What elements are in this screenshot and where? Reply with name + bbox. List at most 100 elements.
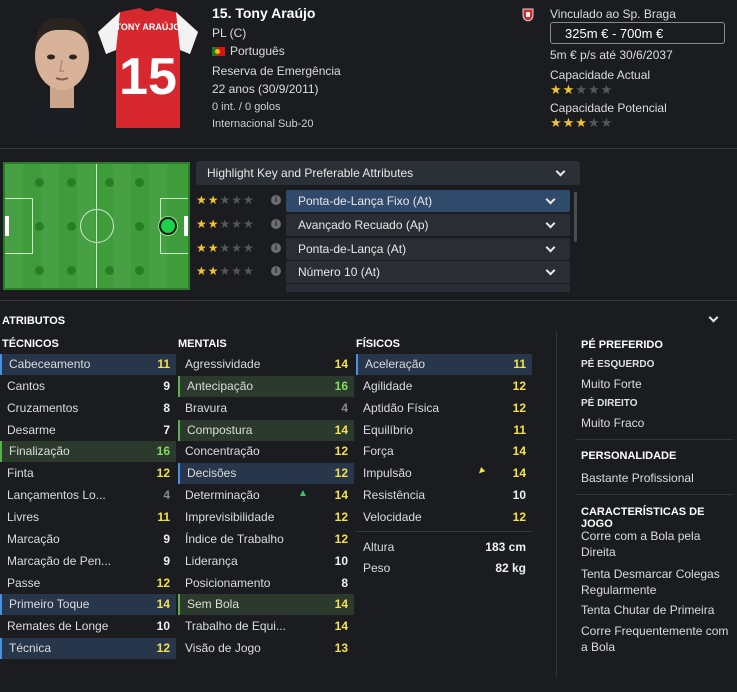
nationality-row[interactable]: Português	[212, 44, 285, 58]
attribute-row[interactable]: Desarme 7	[0, 420, 176, 441]
trait-item[interactable]: Corre com a Bola pela Direita	[581, 528, 731, 560]
role-label: Número 10 (At)	[298, 265, 381, 279]
attribute-row[interactable]: Força 14	[356, 441, 532, 462]
attribute-row[interactable]: Finta 12	[0, 463, 176, 484]
portugal-flag-icon	[212, 47, 225, 57]
attribute-row[interactable]: Cruzamentos 8	[0, 398, 176, 419]
attribute-row[interactable]: Aptidão Física 12	[356, 398, 532, 419]
attribute-row[interactable]: Posicionamento 8	[178, 573, 354, 594]
club-contract[interactable]: Vinculado ao Sp. Braga	[550, 7, 676, 21]
info-icon[interactable]: i	[271, 195, 281, 205]
chevron-down-icon	[555, 166, 566, 177]
attribute-row[interactable]: Marcação de Pen... 9	[0, 551, 176, 572]
left-foot-label: PÉ ESQUERDO	[581, 359, 655, 370]
chevron-down-icon	[545, 242, 556, 253]
potential-ability-label: Capacidade Potencial	[550, 101, 667, 115]
shirt-number-text: 15	[119, 48, 177, 106]
right-foot-label: PÉ DIREITO	[581, 398, 638, 409]
info-icon[interactable]: i	[271, 266, 281, 276]
traits-title: CARACTERÍSTICAS DE JOGO	[581, 506, 705, 530]
role-select[interactable]: Ponta-de-Lança Fixo (At)	[286, 190, 570, 212]
attribute-row[interactable]: Liderança 10	[178, 551, 354, 572]
role-stars: ★★★★★	[196, 193, 255, 207]
attribute-row[interactable]: Lançamentos Lo... 4	[0, 485, 176, 506]
role-select[interactable]: Ponta-de-Lança (At)	[286, 238, 570, 260]
international-team[interactable]: Internacional Sub-20	[212, 118, 314, 130]
arrow-down-icon: ▼	[473, 464, 489, 479]
player-avatar	[32, 17, 94, 140]
role-stars: ★★★★★	[196, 241, 255, 255]
trait-item[interactable]: Tenta Desmarcar Colegas Regularmente	[581, 566, 731, 598]
technical-title: TÉCNICOS	[2, 338, 59, 350]
wage-contract: 5m € p/s até 30/6/2037	[550, 48, 673, 62]
attribute-row[interactable]: Primeiro Toque 14	[0, 594, 176, 615]
attribute-row[interactable]: Compostura 14	[178, 420, 354, 441]
attribute-row[interactable]: Trabalho de Equi... 14	[178, 616, 354, 637]
role-label: Avançado Recuado (Ap)	[298, 218, 429, 232]
attribute-row[interactable]: Velocidade 12	[356, 507, 532, 528]
arrow-up-icon: ▲	[298, 488, 308, 499]
role-select[interactable]: Avançado Recuado (Ap)	[286, 214, 570, 236]
attribute-row[interactable]: Cantos 9	[0, 376, 176, 397]
personality-title: PERSONALIDADE	[581, 450, 677, 462]
attribute-row[interactable]: Equilíbrio 11	[356, 420, 532, 441]
highlight-key-dropdown[interactable]: Highlight Key and Preferable Attributes	[196, 161, 580, 185]
attribute-row[interactable]: Livres 11	[0, 507, 176, 528]
attribute-row[interactable]: Índice de Trabalho 12	[178, 529, 354, 550]
attribute-row[interactable]: Concentração 12	[178, 441, 354, 462]
trait-item[interactable]: Corre Frequentemente com a Bola	[581, 623, 731, 655]
attribute-row[interactable]: Agressividade 14	[178, 354, 354, 375]
transfer-value-box[interactable]: 325m € - 700m €	[550, 22, 725, 44]
club-badge-icon[interactable]	[522, 8, 534, 22]
height-row: Altura 183 cm	[363, 540, 526, 554]
role-row-partial	[196, 284, 570, 292]
nationality-text: Português	[230, 44, 285, 58]
attribute-row[interactable]: Decisões 12	[178, 463, 354, 484]
attribute-row[interactable]: Antecipação 16	[178, 376, 354, 397]
roles-scrollbar[interactable]	[574, 192, 577, 242]
role-row[interactable]: ★★★★★ i Número 10 (At)	[196, 261, 570, 283]
chevron-down-icon	[545, 194, 556, 205]
attribute-row[interactable]: Resistência 10	[356, 485, 532, 506]
role-stars: ★★★★★	[196, 217, 255, 231]
info-icon[interactable]: i	[271, 219, 281, 229]
info-icon[interactable]: i	[271, 243, 281, 253]
position-pitch[interactable]	[3, 162, 190, 290]
attribute-row[interactable]: Aceleração 11	[356, 354, 532, 375]
role-row[interactable]: ★★★★★ i Avançado Recuado (Ap)	[196, 214, 570, 236]
attribute-row[interactable]: Remates de Longe 10	[0, 616, 176, 637]
attributes-title: ATRIBUTOS	[2, 315, 66, 327]
attribute-row[interactable]: Visão de Jogo 13	[178, 638, 354, 659]
role-stars: ★★★★★	[196, 264, 255, 278]
attribute-row[interactable]: Cabeceamento 11	[0, 354, 176, 375]
player-shirt: TONY ARAÚJO 15	[98, 8, 198, 128]
attribute-row[interactable]: Imprevisibilidade 12	[178, 507, 354, 528]
attribute-row[interactable]: Agilidade 12	[356, 376, 532, 397]
chevron-down-icon	[545, 218, 556, 229]
chevron-down-icon	[545, 265, 556, 276]
role-row[interactable]: ★★★★★ i Ponta-de-Lança (At)	[196, 238, 570, 260]
attribute-row[interactable]: Marcação 9	[0, 529, 176, 550]
trait-item[interactable]: Tenta Chutar de Primeira	[581, 602, 731, 618]
squad-status: Reserva de Emergência	[212, 64, 341, 78]
attribute-row[interactable]: Determinação ▲ 14	[178, 485, 354, 506]
left-foot-value: Muito Forte	[581, 377, 642, 391]
preferred-foot-title: PÉ PREFERIDO	[581, 339, 663, 351]
attribute-row[interactable]: Impulsão ▼ 14	[356, 463, 532, 484]
mental-title: MENTAIS	[178, 338, 227, 350]
attribute-row[interactable]: Finalização 16	[0, 441, 176, 462]
role-row[interactable]: ★★★★★ i Ponta-de-Lança Fixo (At)	[196, 190, 570, 212]
personality-value[interactable]: Bastante Profissional	[581, 470, 731, 486]
physical-title: FÍSICOS	[356, 338, 401, 350]
role-label: Ponta-de-Lança (At)	[298, 242, 407, 256]
role-select[interactable]: Número 10 (At)	[286, 261, 570, 283]
attribute-row[interactable]: Bravura 4	[178, 398, 354, 419]
attribute-row[interactable]: Técnica 12	[0, 638, 176, 659]
attribute-row[interactable]: Passe 12	[0, 573, 176, 594]
attribute-row[interactable]: Sem Bola 14	[178, 594, 354, 615]
right-foot-value: Muito Fraco	[581, 416, 645, 430]
chevron-down-icon[interactable]	[708, 312, 719, 323]
role-label: Ponta-de-Lança Fixo (At)	[298, 194, 433, 208]
highlight-key-label: Highlight Key and Preferable Attributes	[207, 166, 414, 180]
selected-position-marker	[159, 217, 177, 235]
